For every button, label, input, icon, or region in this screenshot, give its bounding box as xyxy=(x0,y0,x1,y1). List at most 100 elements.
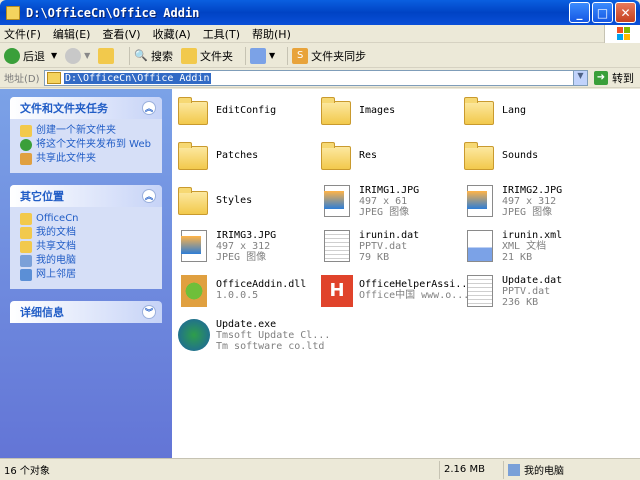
xml-file-icon xyxy=(467,230,493,262)
file-item-images[interactable]: Images xyxy=(321,95,395,127)
file-item-irunin-dat[interactable]: irunin.dat PPTV.dat 79 KB xyxy=(321,230,419,263)
file-size: 21 KB xyxy=(502,252,533,263)
file-name: Images xyxy=(359,105,396,116)
back-button[interactable]: 后退 ▼ xyxy=(4,47,58,64)
search-icon: 🔍 xyxy=(134,49,149,62)
folder-icon xyxy=(321,97,351,125)
file-item-irunin-xml[interactable]: irunin.xml XML 文档 21 KB xyxy=(464,230,562,263)
menu-view[interactable]: 查看(V) xyxy=(102,26,140,42)
file-description: Office中国 www.o... xyxy=(359,290,470,301)
sync-icon: S xyxy=(292,47,309,64)
place-officecn[interactable]: OfficeCn xyxy=(20,213,156,225)
file-name: Patches xyxy=(216,150,259,161)
task-share-folder[interactable]: 共享此文件夹 xyxy=(20,153,156,165)
file-item-res[interactable]: Res xyxy=(321,140,377,172)
back-label: 后退 xyxy=(23,49,45,63)
file-item-sounds[interactable]: Sounds xyxy=(464,140,538,172)
menu-help[interactable]: 帮助(H) xyxy=(252,26,291,42)
file-item-styles[interactable]: Styles xyxy=(178,185,252,217)
collapse-icon[interactable]: ︽ xyxy=(142,101,156,115)
address-label: 地址(D) xyxy=(4,74,40,85)
dropdown-arrow-icon: ▼ xyxy=(51,51,58,60)
file-type: PPTV.dat xyxy=(359,241,408,252)
menu-edit[interactable]: 编辑(E) xyxy=(53,26,91,42)
folder-icon xyxy=(178,97,208,125)
share-folder-icon xyxy=(20,153,32,165)
expand-icon[interactable]: ︾ xyxy=(142,305,156,319)
panel-title: 其它位置 xyxy=(20,190,64,203)
file-item-update-dat[interactable]: Update.dat PPTV.dat 236 KB xyxy=(464,275,562,308)
folder-icon xyxy=(464,142,494,170)
up-folder-button[interactable] xyxy=(98,47,117,64)
file-item-lang[interactable]: Lang xyxy=(464,95,526,127)
file-item-officehelper-exe[interactable]: H OfficeHelperAssi... Office中国 www.o... xyxy=(321,275,473,307)
details-header[interactable]: 详细信息 ︾ xyxy=(10,301,162,323)
folder-icon xyxy=(181,47,198,64)
menu-favorites[interactable]: 收藏(A) xyxy=(153,26,191,42)
folders-button[interactable]: 文件夹 xyxy=(181,47,234,64)
close-button[interactable]: ✕ xyxy=(615,2,636,23)
file-name: Lang xyxy=(502,105,527,116)
task-label: 创建一个新文件夹 xyxy=(36,125,116,136)
file-name: Update.dat xyxy=(502,275,563,286)
file-name: IRIMG1.JPG xyxy=(359,185,420,196)
file-tasks-header[interactable]: 文件和文件夹任务 ︽ xyxy=(10,97,162,119)
place-network[interactable]: 网上邻居 xyxy=(20,269,156,281)
folder-icon xyxy=(464,97,494,125)
place-shared-documents[interactable]: 共享文档 xyxy=(20,241,156,253)
minimize-button[interactable]: _ xyxy=(569,2,590,23)
toolbar-separator xyxy=(129,46,131,65)
file-item-update-exe[interactable]: Update.exe Tmsoft Update Cl... Tm softwa… xyxy=(178,319,330,352)
task-pane: 文件和文件夹任务 ︽ 创建一个新文件夹 将这个文件夹发布到 Web 共享此文件夹 xyxy=(0,89,172,458)
folder-icon xyxy=(178,142,208,170)
file-item-officeaddin-dll[interactable]: OfficeAddin.dll 1.0.0.5 xyxy=(178,275,306,307)
place-my-documents[interactable]: 我的文档 xyxy=(20,227,156,239)
details-panel: 详细信息 ︾ xyxy=(10,301,162,323)
file-item-irimg3[interactable]: IRIMG3.JPG 497 x 312 JPEG 图像 xyxy=(178,230,276,263)
address-dropdown-button[interactable]: ▼ xyxy=(573,71,587,85)
panel-title: 文件和文件夹任务 xyxy=(20,102,108,115)
file-name: irunin.xml xyxy=(502,230,563,241)
my-computer-icon xyxy=(20,255,32,267)
go-button[interactable]: ➜ 转到 xyxy=(594,70,634,86)
title-bar[interactable]: D:\OfficeCn\Office Addin _ □ ✕ xyxy=(0,0,640,25)
menu-tools[interactable]: 工具(T) xyxy=(203,26,240,42)
file-item-editconfig[interactable]: EditConfig xyxy=(178,95,276,127)
maximize-button[interactable]: □ xyxy=(592,2,613,23)
file-item-irimg1[interactable]: IRIMG1.JPG 497 x 61 JPEG 图像 xyxy=(321,185,419,218)
dat-file-icon xyxy=(467,275,493,307)
views-button[interactable]: ▼ xyxy=(250,47,276,64)
sync-label: 文件夹同步 xyxy=(311,49,367,63)
file-item-irimg2[interactable]: IRIMG2.JPG 497 x 312 JPEG 图像 xyxy=(464,185,562,218)
dropdown-arrow-icon: ▼ xyxy=(269,51,276,60)
dll-gear-icon xyxy=(181,275,207,307)
folder-sync-button[interactable]: S 文件夹同步 xyxy=(292,47,367,64)
file-dimensions: 497 x 312 xyxy=(216,241,271,252)
file-type: XML 文档 xyxy=(502,241,547,252)
forward-button[interactable]: ▼ xyxy=(65,47,91,64)
file-name: EditConfig xyxy=(216,105,277,116)
other-places-panel: 其它位置 ︽ OfficeCn 我的文档 共享文档 我的电脑 网上邻居 xyxy=(10,185,162,289)
menu-file[interactable]: 文件(F) xyxy=(4,26,41,42)
file-name: Res xyxy=(359,150,378,161)
back-arrow-icon xyxy=(4,47,20,64)
file-name: IRIMG3.JPG xyxy=(216,230,277,241)
task-label: 将这个文件夹发布到 Web xyxy=(36,139,151,150)
status-bar: 16 个对象 2.16 MB 我的电脑 xyxy=(0,458,640,480)
task-new-folder[interactable]: 创建一个新文件夹 xyxy=(20,125,156,137)
folders-label: 文件夹 xyxy=(200,49,234,63)
file-item-patches[interactable]: Patches xyxy=(178,140,258,172)
dropdown-arrow-icon: ▼ xyxy=(84,51,91,60)
search-button[interactable]: 🔍 搜索 xyxy=(134,48,173,64)
globe-icon xyxy=(20,139,32,151)
other-places-header[interactable]: 其它位置 ︽ xyxy=(10,185,162,207)
file-list: EditConfig Images Lang Patches Res Sound… xyxy=(172,89,640,458)
place-label: 共享文档 xyxy=(36,241,76,252)
shared-documents-icon xyxy=(20,241,32,253)
forward-arrow-icon xyxy=(65,47,82,64)
collapse-icon[interactable]: ︽ xyxy=(142,189,156,203)
place-my-computer[interactable]: 我的电脑 xyxy=(20,255,156,267)
address-input[interactable]: D:\OfficeCn\Office Addin ▼ xyxy=(44,70,588,86)
window-title: D:\OfficeCn\Office Addin xyxy=(26,5,200,20)
task-publish-web[interactable]: 将这个文件夹发布到 Web xyxy=(20,139,156,151)
